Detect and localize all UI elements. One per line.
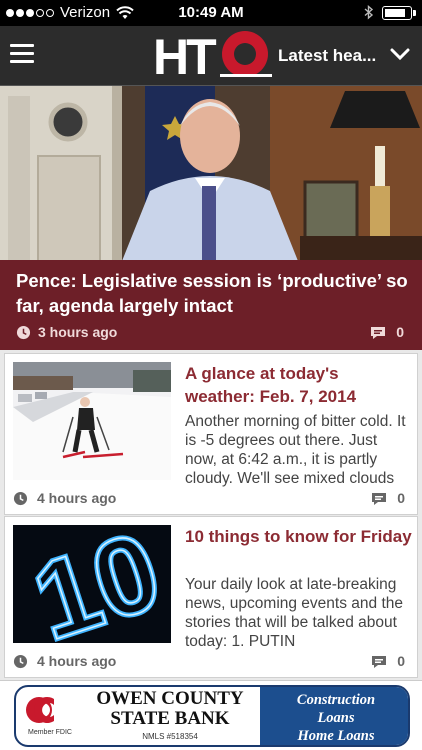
comment-icon <box>372 493 386 505</box>
bank-ad[interactable]: Member FDIC OWEN COUNTY STATE BANK NMLS … <box>14 685 410 747</box>
comment-icon <box>371 327 385 339</box>
clock-icon <box>13 654 28 669</box>
featured-story-photo <box>0 86 422 266</box>
article-title[interactable]: 10 things to know for Friday <box>185 525 413 548</box>
featured-story-title[interactable]: Pence: Legislative session is ‘productiv… <box>16 268 411 318</box>
article-time: 4 hours ago <box>37 653 117 669</box>
article-time: 4 hours ago <box>37 490 117 506</box>
article-thumbnail-weather <box>13 362 171 480</box>
status-bar: Verizon 10:49 AM <box>0 0 422 26</box>
comment-icon <box>372 656 386 668</box>
featured-story-time: 3 hours ago <box>38 324 118 340</box>
bank-logo-icon <box>26 697 54 723</box>
clock-icon <box>16 325 31 340</box>
promo-line-2: Loans <box>317 710 355 726</box>
fdic-label: Member FDIC <box>28 729 72 736</box>
clock-icon <box>13 491 28 506</box>
article-thumbnail-ten: 10 10 <box>13 525 171 643</box>
advertisement-banner[interactable]: Member FDIC OWEN COUNTY STATE BANK NMLS … <box>0 680 422 750</box>
article-meta: 4 hours ago 0 <box>13 490 409 506</box>
app-header: HT Latest hea... <box>0 26 422 86</box>
bluetooth-icon <box>364 5 374 20</box>
promo-line-3: Home Loans <box>297 728 375 744</box>
featured-story[interactable]: Pence: Legislative session is ‘productiv… <box>0 86 422 350</box>
bank-name-line-1: OWEN COUNTY <box>96 688 244 709</box>
loan-promo: Construction Loans Home Loans <box>260 687 408 745</box>
article-comment-count[interactable]: 0 <box>397 490 405 506</box>
bank-name: OWEN COUNTY STATE BANK <box>82 689 258 729</box>
article-card[interactable]: A glance at today's weather: Feb. 7, 201… <box>4 353 418 515</box>
hto-logo[interactable]: HT <box>152 30 272 82</box>
hamburger-icon <box>10 44 34 47</box>
article-meta: 4 hours ago 0 <box>13 653 409 669</box>
menu-button[interactable] <box>10 44 34 64</box>
chevron-down-icon[interactable] <box>390 46 410 62</box>
battery-icon <box>382 5 416 20</box>
battery-level <box>385 8 405 17</box>
article-excerpt: Another morning of bitter cold. It is -5… <box>185 413 406 487</box>
article-title[interactable]: A glance at today's weather: Feb. 7, 201… <box>185 362 413 408</box>
article-card[interactable]: 10 10 10 things to know for Friday Your … <box>4 516 418 678</box>
section-selector-label[interactable]: Latest hea... <box>278 46 386 66</box>
featured-story-comment-count[interactable]: 0 <box>396 324 404 340</box>
bank-name-line-2: STATE BANK <box>110 708 230 729</box>
article-comment-count[interactable]: 0 <box>397 653 405 669</box>
status-time: 10:49 AM <box>178 4 244 21</box>
svg-text:HT: HT <box>153 30 216 82</box>
promo-line-1: Construction <box>296 692 376 708</box>
nmls-number: NMLS #518354 <box>142 732 198 741</box>
article-excerpt: Your daily look at late-breaking news, u… <box>185 576 403 650</box>
